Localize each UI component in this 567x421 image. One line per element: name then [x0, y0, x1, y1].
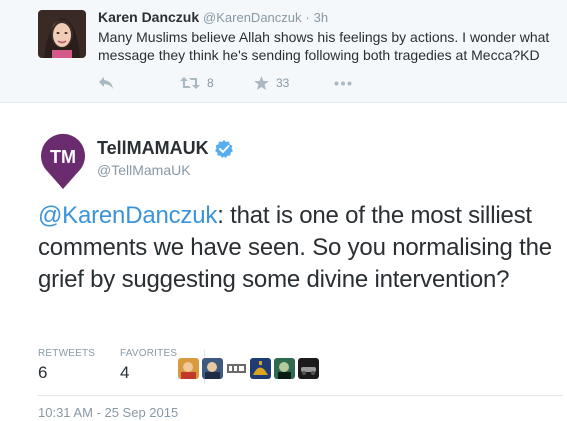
- main-author-handle[interactable]: @TellMamaUK: [97, 162, 191, 178]
- author-handle[interactable]: @KarenDanczuk: [203, 10, 301, 25]
- mention-link[interactable]: @KarenDanczuk: [38, 202, 217, 229]
- favoriter-avatar[interactable]: [202, 358, 223, 379]
- favorites-stat[interactable]: FAVORITES 4: [120, 348, 177, 383]
- more-icon: [334, 81, 352, 86]
- favorites-label: FAVORITES: [120, 348, 178, 359]
- favorites-value: 4: [120, 363, 130, 382]
- retweets-stat[interactable]: RETWEETS 6: [38, 348, 95, 383]
- reply-button[interactable]: [98, 76, 114, 90]
- parent-tweet-header: Karen Danczuk @KarenDanczuk · 3h: [98, 9, 328, 25]
- retweet-button[interactable]: 8: [180, 76, 214, 90]
- author-name[interactable]: Karen Danczuk: [98, 9, 199, 25]
- retweets-label: RETWEETS: [38, 348, 96, 359]
- favoriter-avatars: [178, 358, 322, 379]
- reply-icon: [98, 76, 114, 90]
- parent-tweet-actions: 8 33: [98, 76, 558, 94]
- verified-badge-icon: [214, 139, 233, 158]
- favorite-count: 33: [276, 76, 290, 90]
- time-separator: ·: [305, 10, 310, 25]
- retweet-count: 8: [207, 76, 214, 90]
- favoriter-avatar[interactable]: [274, 358, 295, 379]
- parent-tweet: Karen Danczuk @KarenDanczuk · 3h Many Mu…: [0, 0, 567, 103]
- tweet-timestamp[interactable]: 10:31 AM - 25 Sep 2015: [38, 405, 178, 420]
- avatar-karen[interactable]: [38, 10, 86, 58]
- more-button[interactable]: [334, 81, 352, 86]
- retweets-value: 6: [38, 363, 48, 382]
- main-tweet-text: @KarenDanczuk: that is one of the most s…: [38, 200, 563, 296]
- stats-separator: [38, 395, 563, 396]
- tweet-time[interactable]: 3h: [314, 10, 328, 25]
- favorite-button[interactable]: 33: [254, 76, 289, 90]
- favoriter-avatar[interactable]: [250, 358, 271, 379]
- favoriter-avatar[interactable]: [178, 358, 199, 379]
- parent-tweet-text: Many Muslims believe Allah shows his fee…: [98, 29, 550, 63]
- star-icon: [254, 76, 269, 90]
- favoriter-avatar[interactable]: [298, 358, 319, 379]
- main-author-name[interactable]: TellMAMAUK: [97, 138, 209, 159]
- avatar-initials: TM: [50, 147, 76, 167]
- main-tweet: TM TellMAMAUK @TellMamaUK @KarenDanczuk:…: [0, 104, 567, 421]
- favoriter-avatar-news[interactable]: [226, 358, 247, 379]
- main-author-row: TellMAMAUK: [97, 138, 233, 159]
- retweet-icon: [180, 76, 200, 90]
- avatar-tellmama[interactable]: TM: [38, 132, 88, 190]
